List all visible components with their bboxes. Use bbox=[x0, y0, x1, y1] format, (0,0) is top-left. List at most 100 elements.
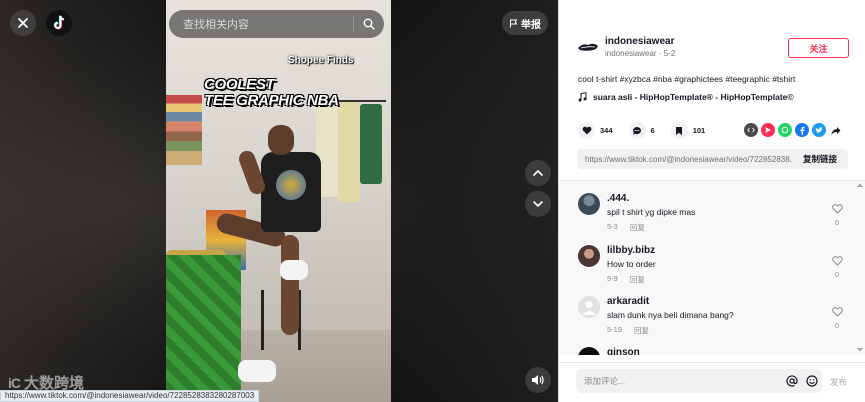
comment-field[interactable]: 添加评论... bbox=[576, 369, 822, 393]
search-button[interactable] bbox=[354, 10, 384, 38]
heart-icon bbox=[582, 126, 591, 135]
comment-text: How to order bbox=[607, 259, 656, 269]
comment-like-count: 0 bbox=[835, 272, 839, 279]
volume-button[interactable] bbox=[525, 367, 551, 393]
comment-text: spil t shirt yg dipke mas bbox=[607, 207, 696, 217]
like-count: 344 bbox=[600, 126, 613, 135]
avatar[interactable] bbox=[578, 296, 600, 318]
send-to-friends-button[interactable] bbox=[761, 123, 775, 137]
author-info[interactable]: indonesiawear indonesiawear · 5-2 bbox=[577, 36, 675, 58]
like-action[interactable]: 344 bbox=[578, 122, 613, 139]
music-note-icon bbox=[578, 92, 587, 102]
video-player[interactable]: Shopee Finds COOLEST TEE GRAPHIC NBA bbox=[166, 0, 391, 402]
share-link-url[interactable]: https://www.tiktok.com/@indonesiawear/vi… bbox=[577, 155, 792, 164]
avatar[interactable] bbox=[577, 36, 599, 58]
comment-body: .444. spil t shirt yg dipke mas 5-3 回复 bbox=[607, 193, 817, 233]
chevron-up-icon bbox=[533, 169, 543, 176]
save-button[interactable] bbox=[670, 122, 688, 139]
speaker-icon bbox=[532, 375, 544, 385]
facebook-share-button[interactable] bbox=[795, 123, 809, 137]
comment-author[interactable]: arkaradit bbox=[607, 296, 817, 307]
share-buttons bbox=[744, 123, 843, 137]
search-input[interactable]: 查找相关内容 bbox=[169, 16, 353, 32]
comment-like-button[interactable]: 0 bbox=[829, 201, 845, 227]
comment-like-button[interactable]: 0 bbox=[829, 304, 845, 330]
embed-button[interactable] bbox=[744, 123, 758, 137]
avatar[interactable] bbox=[578, 245, 600, 267]
comment-author[interactable]: lilbby.bibz bbox=[607, 245, 817, 256]
comment-like-button[interactable]: 0 bbox=[829, 253, 845, 279]
report-button[interactable]: 举报 bbox=[502, 11, 548, 35]
comment-input[interactable]: 添加评论... bbox=[576, 375, 782, 387]
author-meta: indonesiawear indonesiawear · 5-2 bbox=[605, 36, 675, 58]
more-share-button[interactable] bbox=[829, 123, 843, 137]
video-stage: Shopee Finds COOLEST TEE GRAPHIC NBA 查找相… bbox=[0, 0, 558, 402]
scroll-down-arrow-icon bbox=[857, 348, 863, 352]
reply-button[interactable]: 回复 bbox=[630, 274, 645, 285]
comment-date: 5-9 bbox=[607, 274, 618, 283]
flag-icon bbox=[510, 19, 518, 27]
comment-author[interactable]: .444. bbox=[607, 193, 817, 204]
save-count: 101 bbox=[692, 126, 706, 135]
comment-button[interactable] bbox=[628, 122, 646, 139]
scroll-up-arrow-icon bbox=[857, 183, 863, 187]
brand-avatar-icon bbox=[578, 43, 598, 51]
emoji-button[interactable] bbox=[802, 375, 822, 387]
copy-link-button[interactable]: 复制链接 bbox=[792, 149, 848, 169]
reply-button[interactable]: 回复 bbox=[634, 325, 649, 336]
music-info[interactable]: suara asli - HipHopTemplate® - HipHopTem… bbox=[578, 92, 794, 102]
close-button[interactable] bbox=[10, 10, 36, 36]
comment-action[interactable]: 6 bbox=[628, 122, 655, 139]
code-embed-icon bbox=[747, 127, 755, 133]
wall-posters bbox=[166, 95, 202, 165]
search-bar[interactable]: 查找相关内容 bbox=[169, 10, 384, 38]
sneaker bbox=[280, 260, 308, 280]
hanging-shirt bbox=[338, 102, 360, 202]
heart-outline-icon bbox=[831, 307, 843, 317]
comment-author[interactable]: ginson bbox=[607, 347, 817, 355]
comment-scrollbar[interactable] bbox=[856, 180, 864, 355]
like-button[interactable] bbox=[578, 122, 595, 139]
twitter-share-button[interactable] bbox=[812, 123, 826, 137]
comment-count: 6 bbox=[650, 126, 655, 135]
comment-like-count: 0 bbox=[835, 220, 839, 227]
comment-composer: 添加评论... 发布 bbox=[559, 362, 865, 402]
watermark-logo: iC bbox=[8, 374, 21, 391]
twitter-bird-icon bbox=[815, 126, 823, 133]
overlay-title-line2: TEE GRAPHIC NBA bbox=[204, 92, 339, 109]
follow-button[interactable]: 关注 bbox=[788, 38, 849, 58]
action-bar: 344 6 101 bbox=[578, 122, 713, 139]
comment-body: ginson bbox=[607, 347, 817, 355]
author-name[interactable]: indonesiawear bbox=[605, 36, 675, 47]
post-comment-button[interactable]: 发布 bbox=[830, 376, 847, 388]
comment-like-count: 0 bbox=[835, 323, 839, 330]
tiktok-logo[interactable] bbox=[46, 10, 72, 36]
whatsapp-share-button[interactable] bbox=[778, 123, 792, 137]
save-action[interactable]: 101 bbox=[670, 122, 706, 139]
previous-video-button[interactable] bbox=[525, 160, 551, 186]
default-user-icon bbox=[582, 300, 596, 315]
hanging-shirt bbox=[360, 104, 382, 184]
comment-list[interactable]: .444. spil t shirt yg dipke mas 5-3 回复 0… bbox=[559, 180, 865, 355]
author-subline: indonesiawear · 5-2 bbox=[605, 49, 676, 58]
heart-outline-icon bbox=[831, 256, 843, 266]
status-url: https://www.tiktok.com/@indonesiawear/vi… bbox=[0, 390, 260, 402]
comment-meta: 5-3 回复 bbox=[607, 222, 817, 233]
avatar[interactable] bbox=[578, 193, 600, 215]
share-arrow-icon bbox=[831, 126, 841, 134]
post-caption: cool t-shirt #xyzbca #nba #graphictees #… bbox=[578, 74, 796, 84]
comment-date: 5-19 bbox=[607, 325, 623, 334]
comment-meta: 5-19 回复 bbox=[607, 325, 817, 336]
bed bbox=[166, 255, 241, 402]
smiley-icon bbox=[806, 375, 818, 387]
whatsapp-icon bbox=[781, 126, 789, 134]
facebook-icon bbox=[800, 126, 805, 135]
video-shopee-tag: Shopee Finds bbox=[288, 55, 354, 66]
avatar[interactable] bbox=[578, 347, 600, 355]
paper-plane-icon bbox=[765, 127, 771, 133]
reply-button[interactable]: 回复 bbox=[630, 222, 645, 233]
next-video-button[interactable] bbox=[525, 191, 551, 217]
mention-button[interactable] bbox=[782, 375, 802, 387]
music-title: suara asli - HipHopTemplate® - HipHopTem… bbox=[593, 92, 794, 102]
close-icon bbox=[18, 18, 28, 28]
